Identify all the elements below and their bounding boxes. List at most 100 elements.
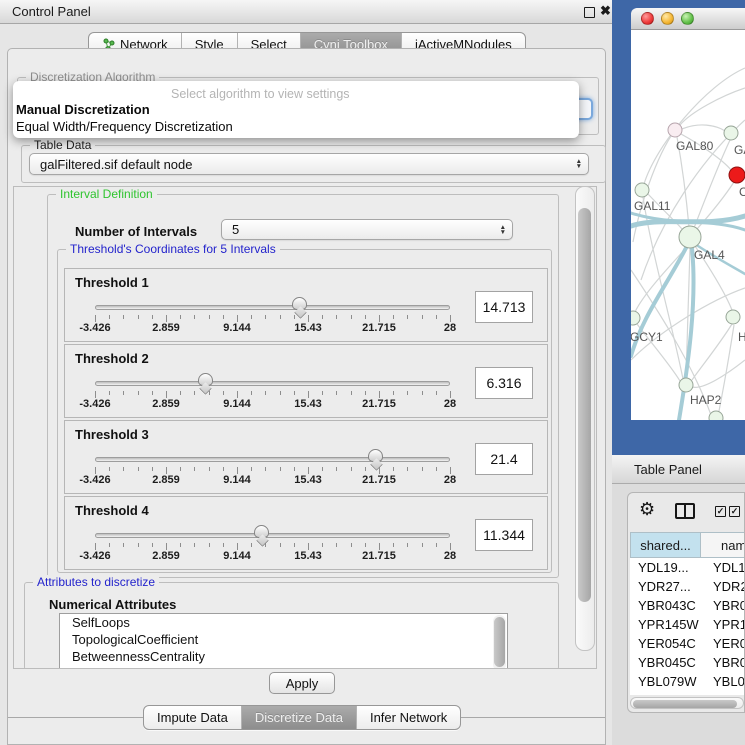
table-horizontal-scrollbar-thumb[interactable] xyxy=(633,700,737,708)
slider-tick xyxy=(365,467,366,471)
table-row[interactable]: YER054CYER054C xyxy=(630,634,745,653)
float-window-icon[interactable] xyxy=(584,7,595,18)
zoom-traffic-light-icon[interactable] xyxy=(681,12,694,25)
slider-tick xyxy=(351,315,352,319)
threshold-block: Threshold 1-3.4262.8599.14415.4321.71528… xyxy=(64,268,548,342)
tab-infer-network[interactable]: Infer Network xyxy=(356,706,460,729)
network-node-h[interactable] xyxy=(726,310,740,324)
cell-name: YBL079W xyxy=(709,672,745,691)
slider-track[interactable] xyxy=(95,305,450,310)
attribute-list-item[interactable]: BetweennessCentrality xyxy=(60,648,507,665)
tab-impute-data[interactable]: Impute Data xyxy=(144,706,241,729)
attribute-list-item[interactable]: TopologicalCoefficient xyxy=(60,631,507,648)
slider-thumb[interactable] xyxy=(198,373,213,386)
slider-tick xyxy=(379,391,380,398)
slider-tick xyxy=(336,467,337,471)
numerical-attributes-label: Numerical Attributes xyxy=(49,597,176,612)
attributes-list-scrollbar[interactable] xyxy=(493,615,506,669)
algorithm-dropdown-popup: Select algorithm to view settings Manual… xyxy=(13,81,579,138)
network-node-label: GA xyxy=(734,143,745,157)
apply-button[interactable]: Apply xyxy=(269,672,335,694)
table-row[interactable]: YPR145WYPR145W xyxy=(630,615,745,634)
table-horizontal-scrollbar[interactable] xyxy=(630,697,744,709)
slider-track[interactable] xyxy=(95,533,450,538)
slider-track[interactable] xyxy=(95,381,450,386)
threshold-value-field[interactable]: 21.4 xyxy=(475,443,533,475)
settings-scrollbar-thumb[interactable] xyxy=(578,208,591,602)
threshold-label: Threshold 2 xyxy=(75,351,149,366)
slider-tick-label: 15.43 xyxy=(294,398,322,410)
slider-tick xyxy=(436,391,437,395)
slider-tick xyxy=(336,391,337,395)
tab-discretize-data[interactable]: Discretize Data xyxy=(241,706,356,729)
slider-tick xyxy=(336,543,337,547)
network-node-gal4[interactable] xyxy=(679,226,701,248)
algorithm-popup-item[interactable]: Equal Width/Frequency Discretization xyxy=(16,119,233,134)
slider-thumb[interactable] xyxy=(254,525,269,538)
network-node-hap2[interactable] xyxy=(679,378,693,392)
network-window-titlebar[interactable] xyxy=(631,8,745,30)
gear-icon[interactable]: ⚙ xyxy=(639,500,655,518)
close-icon[interactable]: ✖ xyxy=(600,3,611,19)
network-node-ga[interactable] xyxy=(724,126,738,140)
cell-shared-name: YPR145W xyxy=(630,615,709,634)
algorithm-popup-hint: Select algorithm to view settings xyxy=(171,87,350,101)
threshold-block: Threshold 3-3.4262.8599.14415.4321.71528… xyxy=(64,420,548,494)
table-row[interactable]: YDL19...YDL19... xyxy=(630,558,745,577)
split-columns-icon[interactable] xyxy=(675,503,695,519)
tab-label: Discretize Data xyxy=(255,710,343,725)
slider-tick xyxy=(109,315,110,319)
control-panel-titlebar: Control Panel xyxy=(0,0,612,24)
table-row[interactable]: YLR345WYLR345W xyxy=(630,691,745,695)
algorithm-popup-item[interactable]: Manual Discretization xyxy=(16,102,150,117)
network-canvas[interactable]: GAL80GACGAL11GAL4GCY1HHAP2 xyxy=(631,30,745,420)
slider-tick xyxy=(166,391,167,398)
table-row[interactable]: YBR045CYBR045C xyxy=(630,653,745,672)
table-data-combobox[interactable]: galFiltered.sif default node ▲▼ xyxy=(29,153,589,175)
checkbox-icon[interactable]: ✓ xyxy=(715,506,726,517)
settings-scrollbar[interactable] xyxy=(575,186,595,651)
slider-tick xyxy=(265,467,266,471)
network-node-c[interactable] xyxy=(729,167,745,183)
column-header-name[interactable]: name xyxy=(701,532,745,558)
slider-tick-label: -3.426 xyxy=(79,474,110,486)
slider-thumb[interactable] xyxy=(292,297,307,310)
table-row[interactable]: YDR27...YDR27... xyxy=(630,577,745,596)
checkbox-icon[interactable]: ✓ xyxy=(729,506,740,517)
slider-tick xyxy=(450,467,451,474)
attributes-list-scrollbar-thumb[interactable] xyxy=(494,617,505,667)
node-table[interactable]: shared... name YDL19...YDL19...YDR27...Y… xyxy=(630,532,745,695)
number-of-intervals-value: 5 xyxy=(232,222,239,237)
slider-tick-label: 21.715 xyxy=(362,398,396,410)
network-edge[interactable] xyxy=(682,125,725,131)
slider-thumb[interactable] xyxy=(368,449,383,462)
minimize-traffic-light-icon[interactable] xyxy=(661,12,674,25)
network-node-gal80[interactable] xyxy=(668,123,682,137)
network-edge[interactable] xyxy=(692,360,745,387)
slider-tick xyxy=(393,391,394,395)
close-traffic-light-icon[interactable] xyxy=(641,12,654,25)
cell-shared-name: YDR27... xyxy=(630,577,709,596)
slider-tick xyxy=(365,543,366,547)
network-node[interactable] xyxy=(709,411,723,420)
slider-tick xyxy=(436,467,437,471)
threshold-value-field[interactable]: 11.344 xyxy=(475,519,533,551)
table-row[interactable]: YBR043CYBR043C xyxy=(630,596,745,615)
slider-tick xyxy=(251,543,252,547)
table-row[interactable]: YBL079WYBL079W xyxy=(630,672,745,691)
threshold-value-field[interactable]: 14.713 xyxy=(475,291,533,323)
number-of-intervals-combobox[interactable]: 5 ▲▼ xyxy=(221,219,513,240)
slider-track[interactable] xyxy=(95,457,450,462)
network-node-gal11[interactable] xyxy=(635,183,649,197)
slider-tick-label: 9.144 xyxy=(223,474,251,486)
slider-tick-label: 21.715 xyxy=(362,322,396,334)
column-header-shared-name[interactable]: shared... xyxy=(630,532,701,558)
network-node-gcy1[interactable] xyxy=(631,311,640,325)
slider-tick-label: 15.43 xyxy=(294,550,322,562)
numerical-attributes-list[interactable]: SelfLoopsTopologicalCoefficientBetweenne… xyxy=(59,613,508,669)
apply-button-label: Apply xyxy=(286,676,319,691)
slider-tick xyxy=(365,315,366,319)
threshold-value-field[interactable]: 6.316 xyxy=(475,367,533,399)
attribute-list-item[interactable]: SelfLoops xyxy=(60,614,507,631)
network-edge[interactable] xyxy=(680,88,745,125)
